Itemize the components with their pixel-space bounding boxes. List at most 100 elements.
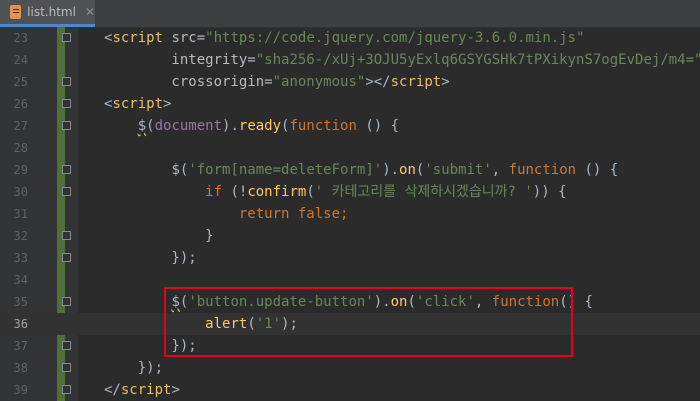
code-token: , <box>491 162 509 178</box>
code-token: $ <box>171 162 180 178</box>
fold-marker-icon[interactable] <box>62 121 71 130</box>
editor-tab-bar: list.html ✕ <box>0 0 700 28</box>
code-token: "https://code.jquery.com/jquery-3.6.0.mi… <box>205 30 585 46</box>
fold-marker-icon[interactable] <box>62 33 71 42</box>
line-number: 32 <box>13 229 28 243</box>
line-number: 36 <box>13 317 28 331</box>
code-token: </ <box>104 382 121 398</box>
line-number: 25 <box>13 75 28 89</box>
code-text: <script> <box>104 93 171 115</box>
code-token: script <box>390 74 442 90</box>
annotation-highlight-box <box>164 287 573 357</box>
line-number: 34 <box>13 273 28 287</box>
fold-marker-icon[interactable] <box>62 297 71 306</box>
code-token: "sha256-/xUj+3OJU5yExlq6GSYGSHk7tPXikynS… <box>255 52 700 68</box>
line-number: 28 <box>13 141 28 155</box>
code-token: }); <box>104 360 164 376</box>
line-number: 31 <box>13 207 28 221</box>
line-number: 26 <box>13 97 28 111</box>
code-token: = <box>264 74 273 90</box>
code-token: function <box>508 162 577 178</box>
code-line[interactable]: 28 <box>0 137 700 159</box>
code-token: > <box>171 382 180 398</box>
fold-marker-icon[interactable] <box>62 77 71 86</box>
code-token: ). <box>222 118 239 134</box>
code-token: () { <box>356 118 400 134</box>
close-icon[interactable]: ✕ <box>85 5 95 19</box>
fold-marker-icon[interactable] <box>62 187 71 196</box>
code-text: if (!confirm(' 카테고리를 삭제하시겠습니까? ')) { <box>104 181 567 203</box>
line-number: 27 <box>13 119 28 133</box>
code-line[interactable]: 24 integrity="sha256-/xUj+3OJU5yExlq6GSY… <box>0 49 700 71</box>
code-token: }); <box>104 250 197 266</box>
code-token: confirm <box>247 184 307 200</box>
code-line[interactable]: 30 if (!confirm(' 카테고리를 삭제하시겠습니까? ')) { <box>0 181 700 203</box>
code-token: > <box>163 96 172 112</box>
code-line[interactable]: 29 $('form[name=deleteForm]').on('submit… <box>0 159 700 181</box>
code-token: script <box>120 382 172 398</box>
code-token: 'form[name=deleteForm]' <box>188 162 383 178</box>
code-token: on <box>399 162 416 178</box>
line-number: 23 <box>13 31 28 45</box>
fold-marker-icon[interactable] <box>62 165 71 174</box>
code-token: ). <box>382 162 400 178</box>
fold-marker-icon[interactable] <box>62 363 71 372</box>
code-line[interactable]: 39 </script> <box>0 379 700 401</box>
code-token: ( <box>146 118 155 134</box>
line-number: 29 <box>13 163 28 177</box>
code-line[interactable]: 38 }); <box>0 357 700 379</box>
fold-marker-icon[interactable] <box>62 231 71 240</box>
code-token: script <box>112 96 164 112</box>
fold-marker-icon[interactable] <box>62 99 71 108</box>
code-token: 'submit' <box>424 162 492 178</box>
tab-list-html[interactable]: list.html ✕ <box>0 0 95 27</box>
code-token: )) { <box>532 184 567 200</box>
code-token: "anonymous" <box>272 74 366 90</box>
line-number: 39 <box>13 383 28 397</box>
code-token: = <box>196 30 206 46</box>
code-token: if <box>205 184 223 200</box>
fold-marker-icon[interactable] <box>62 341 71 350</box>
code-token: ></ <box>365 74 391 90</box>
code-token: = <box>247 52 256 68</box>
code-token: crossorigin <box>104 74 265 90</box>
line-number: 37 <box>13 339 28 353</box>
code-token: return false <box>238 206 341 222</box>
code-line[interactable]: 32 } <box>0 225 700 247</box>
code-line[interactable]: 27 $(document).ready(function () { <box>0 115 700 137</box>
code-line[interactable]: 31 return false; <box>0 203 700 225</box>
code-line[interactable]: 33 }); <box>0 247 700 269</box>
code-text: }); <box>104 247 197 269</box>
code-token: > <box>441 74 450 90</box>
code-token: src <box>163 30 197 46</box>
code-token: ( <box>306 184 315 200</box>
fold-marker-icon[interactable] <box>62 385 71 394</box>
code-text: $('form[name=deleteForm]').on('submit', … <box>104 159 618 181</box>
fold-marker-icon[interactable] <box>62 253 71 262</box>
line-number: 33 <box>13 251 28 265</box>
html-file-icon <box>10 5 22 19</box>
code-line[interactable]: 25 crossorigin="anonymous"></script> <box>0 71 700 93</box>
code-text: integrity="sha256-/xUj+3OJU5yExlq6GSYGSH… <box>104 49 700 71</box>
code-line[interactable]: 23 <script src="https://code.jquery.com/j… <box>0 27 700 49</box>
code-text: }); <box>104 357 163 379</box>
code-token: document <box>154 118 223 134</box>
code-token: script <box>112 30 164 46</box>
code-token: } <box>104 228 214 244</box>
code-text: </script> <box>104 379 180 401</box>
code-token: ; <box>340 206 349 222</box>
code-token: ' 카테고리를 삭제하시겠습니까? ' <box>314 184 533 200</box>
line-number: 35 <box>13 295 28 309</box>
line-number: 38 <box>13 361 28 375</box>
code-token: (! <box>222 184 248 200</box>
line-number: 24 <box>13 53 28 67</box>
code-text: $(document).ready(function () { <box>104 115 399 137</box>
code-line[interactable]: 26 <script> <box>0 93 700 115</box>
code-token: ready <box>238 118 282 134</box>
code-token: () { <box>576 162 619 178</box>
